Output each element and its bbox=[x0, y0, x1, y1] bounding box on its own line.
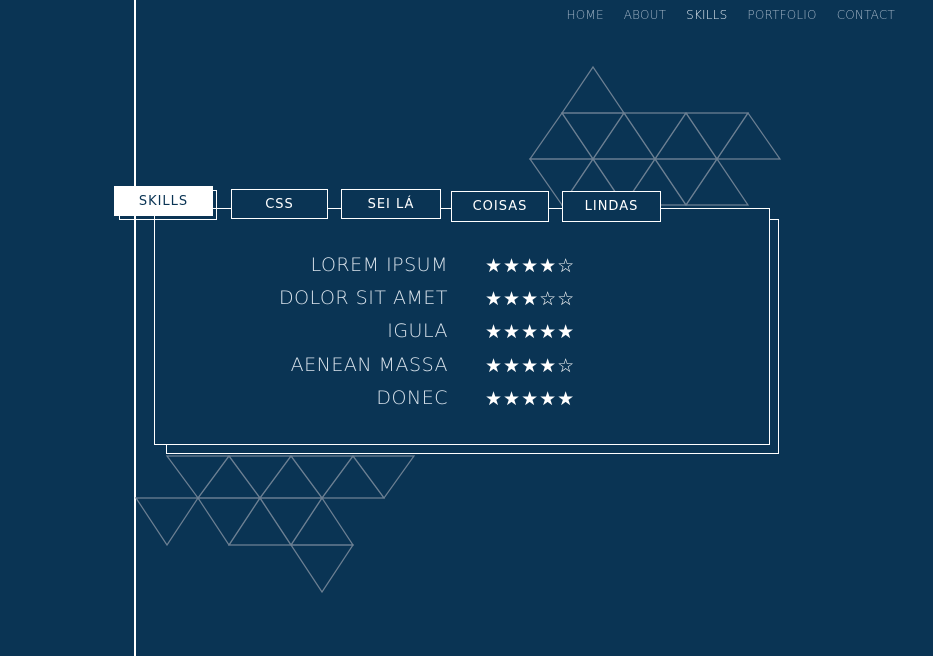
nav-home-link[interactable]: HOME bbox=[567, 8, 604, 22]
star-rating: ★★★★★ bbox=[485, 388, 576, 410]
tab-skills[interactable]: SKILLS bbox=[114, 186, 213, 216]
skill-name: DOLOR SIT AMET bbox=[278, 287, 448, 309]
nav-contact-link[interactable]: CONTACT bbox=[837, 8, 895, 22]
nav-skills-link[interactable]: SKILLS bbox=[686, 8, 727, 22]
tab-css[interactable]: CSS bbox=[231, 189, 328, 219]
tab-lindas[interactable]: LINDAS bbox=[562, 191, 661, 222]
skill-row: IGULA ★★★★★ bbox=[156, 320, 656, 350]
star-rating: ★★★★★ bbox=[485, 321, 576, 343]
nav-about-link[interactable]: ABOUT bbox=[624, 8, 666, 22]
nav-portfolio-link[interactable]: PORTFOLIO bbox=[747, 8, 816, 22]
star-rating: ★★★☆☆ bbox=[485, 288, 576, 310]
skill-name: AENEAN MASSA bbox=[290, 354, 448, 376]
skill-row: LOREM IPSUM ★★★★☆ bbox=[156, 254, 656, 284]
skill-name: LOREM IPSUM bbox=[310, 254, 448, 276]
skill-name: IGULA bbox=[387, 320, 448, 342]
tab-sei-la[interactable]: SEI LÁ bbox=[341, 189, 441, 219]
tab-coisas[interactable]: COISAS bbox=[451, 191, 549, 222]
skill-row: AENEAN MASSA ★★★★☆ bbox=[156, 354, 656, 384]
top-navigation: HOME ABOUT SKILLS PORTFOLIO CONTACT bbox=[567, 8, 895, 22]
skill-name: DONEC bbox=[376, 387, 448, 409]
skill-row: DONEC ★★★★★ bbox=[156, 387, 656, 417]
star-rating: ★★★★☆ bbox=[485, 355, 576, 377]
skill-row: DOLOR SIT AMET ★★★☆☆ bbox=[156, 287, 656, 317]
star-rating: ★★★★☆ bbox=[485, 255, 576, 277]
